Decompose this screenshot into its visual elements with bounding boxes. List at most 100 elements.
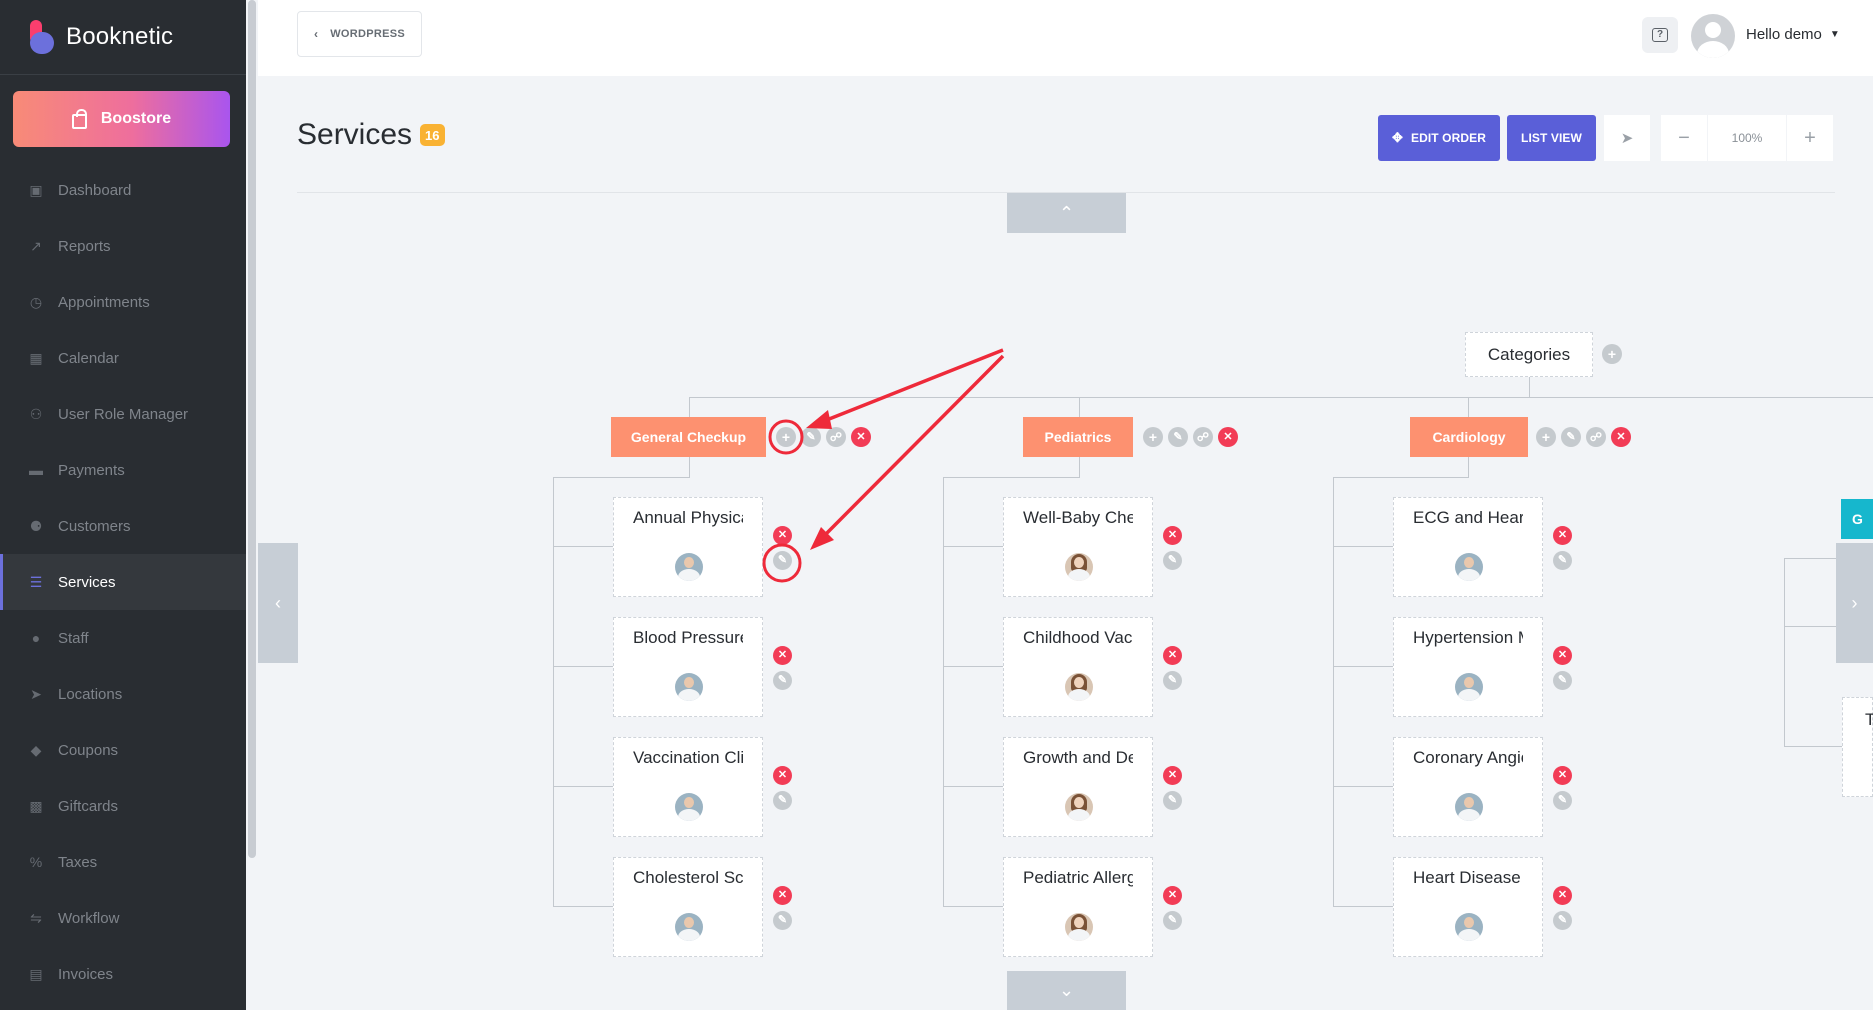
add-service-icon[interactable]: + [1143, 427, 1163, 447]
back-to-wordpress-button[interactable]: ‹ WORDPRESS [297, 11, 422, 57]
category-name-partial: G [1852, 511, 1863, 527]
edit-icon[interactable]: ✎ [773, 791, 792, 810]
edit-icon[interactable]: ✎ [1561, 427, 1581, 447]
logo[interactable]: Booknetic [28, 20, 173, 54]
list-view-button[interactable]: LIST VIEW [1507, 115, 1596, 161]
service-node[interactable]: Cholesterol Screening [613, 857, 763, 957]
service-name: Blood Pressure Check [633, 628, 743, 647]
edit-icon[interactable]: ✎ [1163, 911, 1182, 930]
scroll-left-button[interactable]: ‹ [258, 543, 298, 663]
sidebar-item-reports[interactable]: ↗ Reports [0, 218, 246, 274]
sidebar-item-dashboard[interactable]: ▣ Dashboard [0, 162, 246, 218]
scroll-up-button[interactable]: ⌃ [1007, 193, 1126, 233]
sidebar-item-locations[interactable]: ➤ Locations [0, 666, 246, 722]
connector-line [1333, 477, 1334, 907]
sidebar-item-giftcards[interactable]: ▩ Giftcards [0, 778, 246, 834]
add-category-icon[interactable]: + [1602, 344, 1622, 364]
zoom-level: 100% [1708, 115, 1786, 161]
delete-icon[interactable]: ✕ [1163, 886, 1182, 905]
globe-icon[interactable]: ☍ [826, 427, 846, 447]
service-node[interactable]: Blood Pressure Check [613, 617, 763, 717]
delete-icon[interactable]: ✕ [773, 886, 792, 905]
sidebar-item-taxes[interactable]: % Taxes [0, 834, 246, 890]
globe-icon[interactable]: ☍ [1193, 427, 1213, 447]
service-node[interactable]: Hypertension Management [1393, 617, 1543, 717]
sidebar-item-user-role-manager[interactable]: ⚇ User Role Manager [0, 386, 246, 442]
delete-icon[interactable]: ✕ [1553, 526, 1572, 545]
delete-icon[interactable]: ✕ [1163, 766, 1182, 785]
service-node[interactable]: Pediatric Allergy [1003, 857, 1153, 957]
sidebar-item-services[interactable]: ☰ Services [0, 554, 246, 610]
edit-icon[interactable]: ✎ [1553, 551, 1572, 570]
delete-icon[interactable]: ✕ [1163, 646, 1182, 665]
edit-icon[interactable]: ✎ [1553, 911, 1572, 930]
edit-order-button[interactable]: ✥ EDIT ORDER [1378, 115, 1500, 161]
service-node-partial[interactable]: T [1842, 697, 1873, 797]
edit-icon[interactable]: ✎ [1168, 427, 1188, 447]
service-node[interactable]: Vaccination Clinic [613, 737, 763, 837]
delete-icon[interactable]: ✕ [1553, 886, 1572, 905]
service-node[interactable]: Well-Baby Checkup [1003, 497, 1153, 597]
connector-line [689, 397, 690, 417]
invoice-icon: ▤ [29, 965, 43, 982]
add-service-icon[interactable]: + [1536, 427, 1556, 447]
categories-root-node[interactable]: Categories [1465, 332, 1593, 377]
category-node[interactable]: General Checkup [611, 417, 766, 457]
scroll-right-button[interactable]: › [1836, 543, 1873, 663]
connector-line [1784, 558, 1836, 559]
edit-icon[interactable]: ✎ [773, 671, 792, 690]
edit-icon[interactable]: ✎ [1163, 791, 1182, 810]
edit-icon[interactable]: ✎ [1163, 671, 1182, 690]
sidebar-item-appointments[interactable]: ◷ Appointments [0, 274, 246, 330]
sidebar-scrollbar[interactable] [246, 0, 258, 1010]
category-node-partial[interactable]: G [1841, 499, 1873, 539]
boostore-button[interactable]: Boostore [13, 91, 230, 147]
globe-icon[interactable]: ☍ [1586, 427, 1606, 447]
sidebar-item-calendar[interactable]: ▦ Calendar [0, 330, 246, 386]
delete-icon[interactable]: ✕ [773, 526, 792, 545]
delete-icon[interactable]: ✕ [1553, 766, 1572, 785]
delete-icon[interactable]: ✕ [773, 646, 792, 665]
question-icon: ? [1652, 28, 1668, 42]
category-node[interactable]: Pediatrics [1023, 417, 1133, 457]
edit-icon[interactable]: ✎ [801, 427, 821, 447]
avatar[interactable] [1691, 14, 1735, 58]
sidebar-scrollbar-thumb[interactable] [248, 0, 256, 858]
connector-line [1784, 626, 1836, 627]
sidebar-item-invoices[interactable]: ▤ Invoices [0, 946, 246, 1002]
sidebar-item-workflow[interactable]: ⇋ Workflow [0, 890, 246, 946]
service-node[interactable]: Childhood Vaccinations [1003, 617, 1153, 717]
service-node[interactable]: ECG and Heart Monitoring [1393, 497, 1543, 597]
sidebar-item-label: Dashboard [58, 181, 132, 199]
delete-icon[interactable]: ✕ [851, 427, 871, 447]
delete-icon[interactable]: ✕ [1611, 427, 1631, 447]
help-button[interactable]: ? [1642, 17, 1678, 53]
edit-icon[interactable]: ✎ [1553, 671, 1572, 690]
add-service-icon[interactable]: + [776, 427, 796, 447]
service-node[interactable]: Annual Physical Exam [613, 497, 763, 597]
sidebar-item-payments[interactable]: ▬ Payments [0, 442, 246, 498]
service-node[interactable]: Growth and Development [1003, 737, 1153, 837]
edit-icon[interactable]: ✎ [1163, 551, 1182, 570]
sidebar-item-staff[interactable]: ● Staff [0, 610, 246, 666]
dashboard-icon: ▣ [29, 181, 43, 198]
annotation-arrow [816, 354, 1005, 544]
delete-icon[interactable]: ✕ [1218, 427, 1238, 447]
service-node[interactable]: Heart Disease Screening [1393, 857, 1543, 957]
user-menu[interactable]: Hello demo ▼ [1746, 26, 1840, 43]
category-node[interactable]: Cardiology [1410, 417, 1528, 457]
service-node[interactable]: Coronary Angiography [1393, 737, 1543, 837]
sidebar-item-coupons[interactable]: ◆ Coupons [0, 722, 246, 778]
center-view-button[interactable]: ➤ [1604, 115, 1650, 161]
zoom-out-button[interactable]: − [1661, 115, 1707, 161]
edit-icon[interactable]: ✎ [1553, 791, 1572, 810]
delete-icon[interactable]: ✕ [773, 766, 792, 785]
zoom-in-button[interactable]: + [1787, 115, 1833, 161]
edit-icon[interactable]: ✎ [773, 551, 792, 570]
scroll-down-button[interactable]: ⌄ [1007, 971, 1126, 1010]
delete-icon[interactable]: ✕ [1553, 646, 1572, 665]
sidebar-divider [0, 74, 246, 75]
delete-icon[interactable]: ✕ [1163, 526, 1182, 545]
sidebar-item-customers[interactable]: ⚈ Customers [0, 498, 246, 554]
edit-icon[interactable]: ✎ [773, 911, 792, 930]
